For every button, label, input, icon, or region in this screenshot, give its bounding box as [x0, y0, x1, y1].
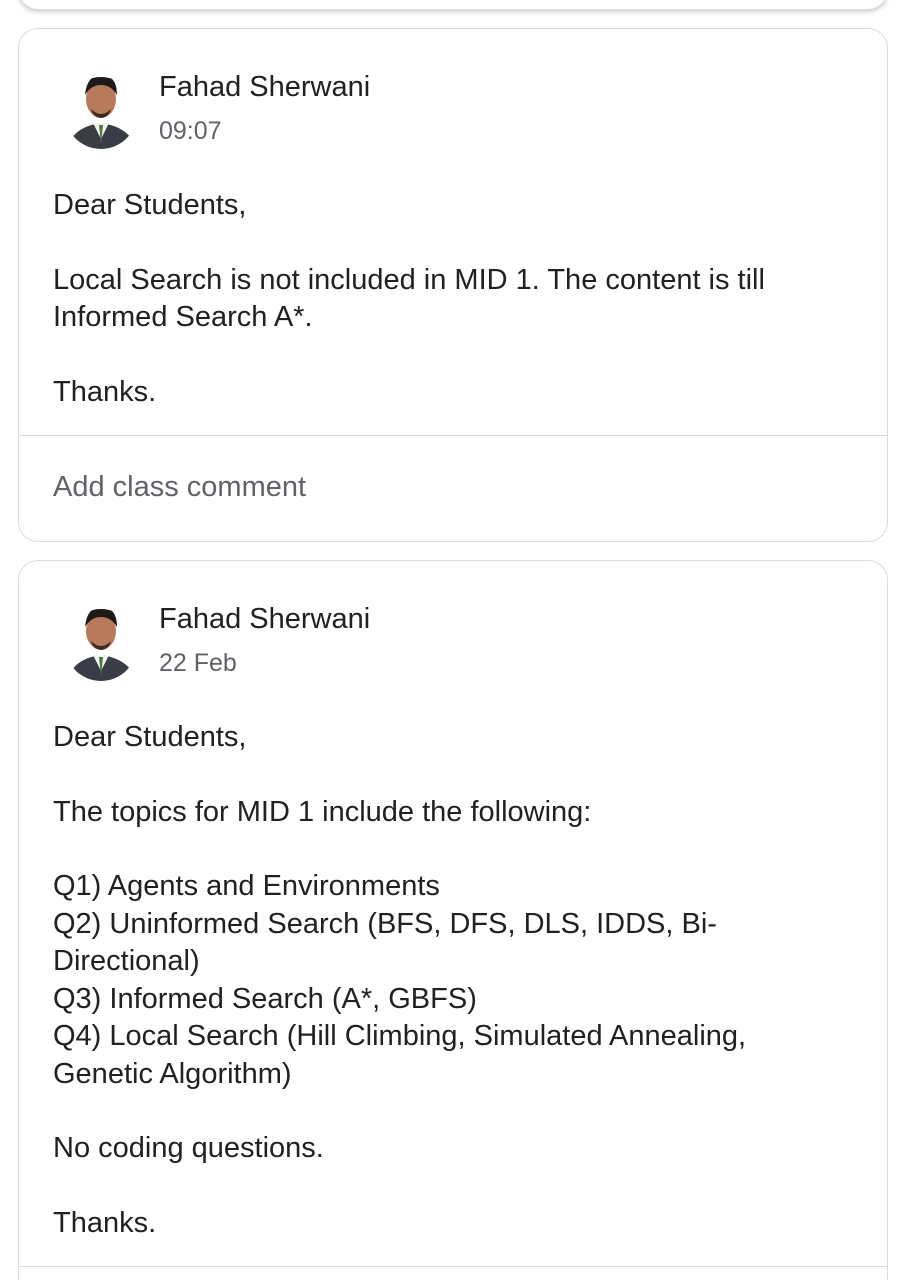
author-name: Fahad Sherwani — [159, 603, 371, 635]
post-paragraph: The topics for MID 1 include the followi… — [53, 795, 592, 828]
comment-divider — [19, 1266, 887, 1267]
topic-item: Q3) Informed Search (A*, GBFS) — [53, 982, 477, 1015]
post-body: Dear Students, Local Search is not inclu… — [19, 159, 887, 411]
announcement-card[interactable]: Fahad Sherwani 22 Feb Dear Students, The… — [18, 560, 888, 1280]
post-time: 09:07 — [159, 117, 222, 145]
announcement-card[interactable]: Fahad Sherwani 09:07 Dear Students, Loca… — [18, 28, 888, 542]
topic-item: Q2) Uninformed Search (BFS, DFS, DLS, ID… — [53, 907, 717, 978]
post-greeting: Dear Students, — [53, 189, 247, 221]
post-paragraph: No coding questions. — [53, 1132, 324, 1164]
author-name: Fahad Sherwani — [159, 71, 371, 103]
post-header: Fahad Sherwani 09:07 — [19, 29, 887, 159]
post-paragraph: Local Search is not included in MID 1. T… — [53, 263, 765, 334]
comment-bar: Add class comment — [19, 435, 887, 541]
add-class-comment-button[interactable]: Add class comment — [53, 471, 306, 504]
post-header: Fahad Sherwani 22 Feb — [19, 561, 887, 691]
post-greeting: Dear Students, — [53, 721, 247, 753]
post-signoff: Thanks. — [53, 1206, 157, 1239]
topic-item: Q1) Agents and Environments — [53, 870, 440, 902]
post-time: 22 Feb — [159, 649, 237, 677]
topic-list: Q1) Agents and Environments Q2) Uninform… — [53, 868, 853, 1093]
avatar[interactable] — [65, 593, 137, 683]
post-body: Dear Students, The topics for MID 1 incl… — [19, 691, 887, 1242]
post-signoff: Thanks. — [53, 375, 157, 408]
avatar[interactable] — [65, 61, 137, 151]
topic-item: Q4) Local Search (Hill Climbing, Simulat… — [53, 1020, 747, 1090]
class-stream: Fahad Sherwani 09:07 Dear Students, Loca… — [0, 0, 907, 1280]
previous-post-card[interactable] — [18, 0, 888, 10]
